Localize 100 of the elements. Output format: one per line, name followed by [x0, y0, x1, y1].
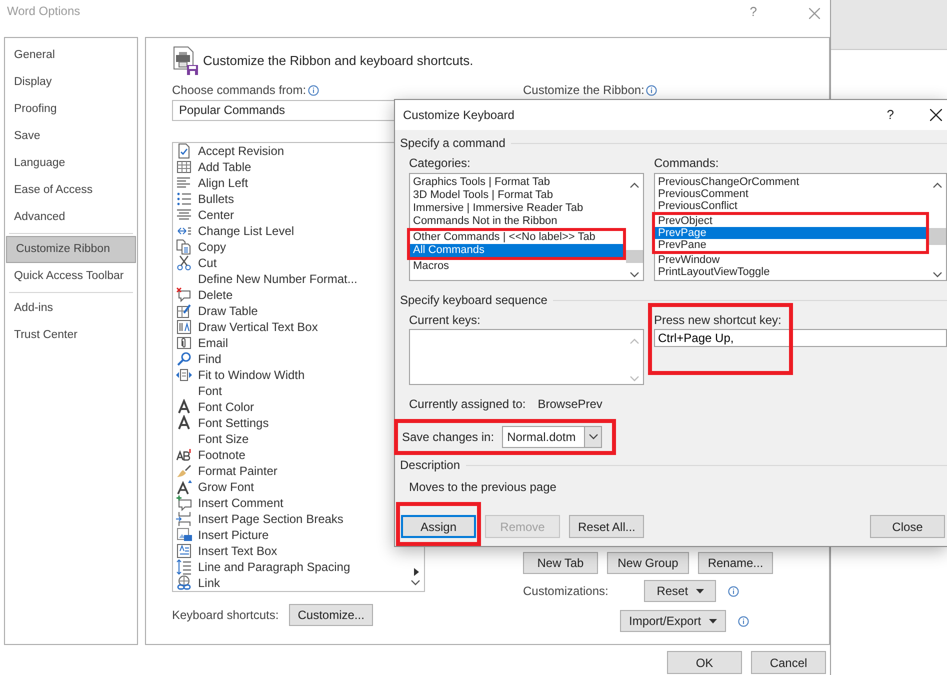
- list-item[interactable]: Immersive | Immersive Reader Tab: [410, 202, 626, 215]
- assign-button[interactable]: Assign: [401, 515, 476, 538]
- scroll-thumb[interactable]: [929, 228, 946, 245]
- list-item[interactable]: PrevPane: [655, 239, 926, 251]
- table-pencil-icon: [176, 303, 192, 319]
- new-group-button[interactable]: New Group: [607, 552, 689, 574]
- list-item[interactable]: Font Color: [198, 400, 254, 414]
- categories-list[interactable]: Graphics Tools | Format Tab 3D Model Tools | Format Tab Immersive | Immersive Reader Tab Commands Not in the Ribbon Other Commands | <<No label>> Tab All Commands Macros: [409, 173, 644, 281]
- delete-comment-icon: [176, 287, 192, 303]
- list-item[interactable]: Change List Level: [198, 224, 294, 238]
- list-item[interactable]: Link: [198, 576, 220, 590]
- list-item[interactable]: Insert Page Section Breaks: [198, 512, 344, 526]
- list-item[interactable]: 3D Model Tools | Format Tab: [410, 189, 626, 202]
- list-item[interactable]: Insert Picture: [198, 528, 269, 542]
- list-item[interactable]: Grow Font: [198, 480, 254, 494]
- list-item[interactable]: PrevPage: [655, 227, 926, 239]
- list-item[interactable]: Align Left: [198, 176, 248, 190]
- cancel-button[interactable]: Cancel: [751, 651, 826, 674]
- field-label: Save changes in:: [402, 430, 494, 445]
- field-label: Currently assigned to:: [409, 397, 526, 412]
- list-item[interactable]: PreviousComment: [655, 188, 929, 200]
- sidebar-item[interactable]: Ease of Access: [5, 177, 137, 204]
- list-item[interactable]: Format Painter: [198, 464, 278, 478]
- list-item[interactable]: Line and Paragraph Spacing: [198, 560, 350, 574]
- list-item[interactable]: Commands Not in the Ribbon: [410, 215, 626, 228]
- help-button[interactable]: ?: [886, 107, 894, 123]
- shortcut-key-field[interactable]: Ctrl+Page Up,: [654, 329, 947, 347]
- ok-button[interactable]: OK: [667, 651, 742, 674]
- text-box-icon: [176, 543, 192, 559]
- list-item[interactable]: PreviousConflict: [655, 200, 929, 212]
- customize-button[interactable]: Customize...: [288, 604, 374, 626]
- sidebar-item[interactable]: Add-ins: [5, 295, 137, 322]
- list-item[interactable]: Font Size: [198, 432, 249, 446]
- list-item[interactable]: Bullets: [198, 192, 234, 206]
- chevron-up-icon[interactable]: [933, 182, 942, 188]
- save-location-dropdown[interactable]: Normal.dotm: [502, 426, 602, 448]
- list-item[interactable]: Draw Table: [198, 304, 258, 318]
- list-item[interactable]: Find: [198, 352, 222, 366]
- close-button[interactable]: Close: [870, 515, 945, 538]
- chevron-down-icon[interactable]: [630, 272, 639, 278]
- commands-list[interactable]: PreviousChangeOrComment PreviousComment PreviousConflict PrevObject PrevPage PrevPane PrevWindow PrintLayoutViewToggle: [654, 173, 947, 281]
- scroll-thumb[interactable]: [626, 250, 643, 263]
- caret-icon: [696, 589, 704, 594]
- new-tab-button[interactable]: New Tab: [523, 552, 598, 574]
- sidebar-item[interactable]: Display: [5, 69, 137, 96]
- reset-all-button[interactable]: Reset All...: [569, 515, 644, 538]
- list-item[interactable]: Add Table: [198, 160, 252, 174]
- sidebar-item[interactable]: Save: [5, 123, 137, 150]
- list-item[interactable]: PrevWindow: [655, 254, 929, 266]
- list-item[interactable]: Accept Revision: [198, 144, 284, 158]
- chevron-down-icon[interactable]: [933, 272, 942, 278]
- list-item[interactable]: Delete: [198, 288, 233, 302]
- sidebar-item[interactable]: General: [5, 42, 137, 69]
- reset-button[interactable]: Reset: [644, 580, 716, 602]
- list-item[interactable]: Insert Text Box: [198, 544, 278, 558]
- current-keys-list[interactable]: [409, 329, 644, 385]
- paperclip-icon: [176, 335, 192, 351]
- list-item[interactable]: PrintLayoutViewToggle: [655, 266, 929, 278]
- sidebar-item[interactable]: Advanced: [5, 204, 137, 231]
- sidebar-item[interactable]: Customize Ribbon: [6, 236, 136, 263]
- info-icon: [738, 616, 750, 626]
- list-item[interactable]: Graphics Tools | Format Tab: [410, 176, 626, 189]
- list-item[interactable]: Insert Comment: [198, 496, 284, 510]
- info-icon: [728, 586, 740, 596]
- list-item[interactable]: Fit to Window Width: [198, 368, 305, 382]
- list-item[interactable]: Define New Number Format...: [198, 272, 358, 286]
- list-item[interactable]: PrevObject: [655, 215, 926, 227]
- field-label: Current keys:: [409, 313, 482, 329]
- list-item[interactable]: Font: [198, 384, 222, 398]
- sidebar-item[interactable]: Quick Access Toolbar: [5, 263, 137, 290]
- list-item[interactable]: Copy: [198, 240, 226, 254]
- sidebar-item[interactable]: Proofing: [5, 96, 137, 123]
- list-item[interactable]: PreviousChangeOrComment: [655, 176, 929, 188]
- list-item[interactable]: Font Settings: [198, 416, 269, 430]
- sidebar-item[interactable]: Trust Center: [5, 322, 137, 349]
- list-item[interactable]: Other Commands | <<No label>> Tab: [410, 231, 623, 244]
- chevron-down-icon[interactable]: [411, 580, 420, 586]
- list-item[interactable]: Cut: [198, 256, 217, 270]
- bullet-list-icon: [176, 191, 192, 207]
- import-export-button[interactable]: Import/Export: [620, 610, 726, 632]
- list-item[interactable]: Macros: [410, 260, 626, 273]
- chevron-down-icon: [588, 434, 598, 440]
- sidebar-item[interactable]: Language: [5, 150, 137, 177]
- chevron-up-icon: [630, 338, 639, 344]
- help-button[interactable]: ?: [750, 4, 757, 20]
- section-heading: Specify a command: [400, 136, 506, 150]
- copy-icon: [176, 239, 192, 255]
- picture-icon: [176, 527, 192, 543]
- search-icon: [176, 351, 192, 367]
- assigned-command: BrowsePrev: [538, 397, 602, 412]
- chevron-up-icon[interactable]: [630, 182, 639, 188]
- close-icon[interactable]: [930, 109, 942, 121]
- list-item[interactable]: Draw Vertical Text Box: [198, 320, 318, 334]
- rename-button[interactable]: Rename...: [698, 552, 773, 574]
- list-item[interactable]: Center: [198, 208, 234, 222]
- table-icon: [176, 159, 192, 175]
- list-item[interactable]: All Commands: [410, 244, 623, 257]
- scissors-icon: [176, 255, 192, 271]
- list-item[interactable]: Email: [198, 336, 228, 350]
- list-item[interactable]: Footnote: [198, 448, 246, 462]
